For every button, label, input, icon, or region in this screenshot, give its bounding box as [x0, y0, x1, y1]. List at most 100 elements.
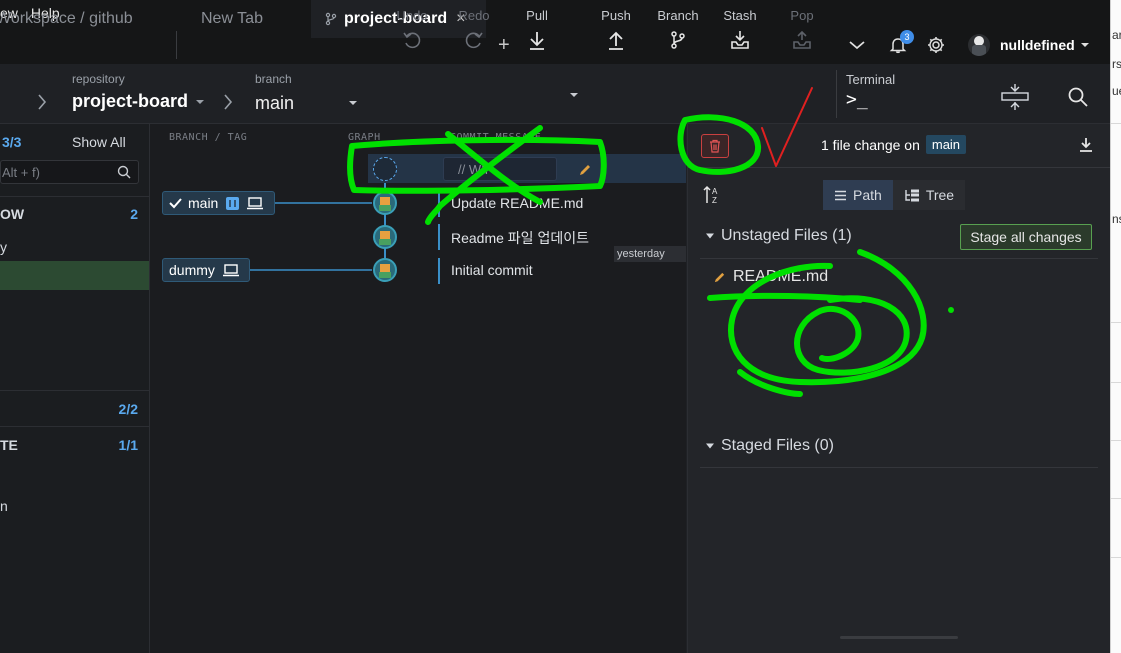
sidebar-section-label: OW: [0, 206, 25, 222]
tree-icon: [905, 189, 919, 201]
view-tree-button[interactable]: Tree: [892, 180, 966, 210]
branch-button[interactable]: Branch: [648, 8, 708, 51]
unstaged-file-item[interactable]: README.md: [713, 268, 828, 286]
sidebar-item[interactable]: n: [0, 498, 150, 514]
panel-resize-handle[interactable]: [840, 636, 958, 639]
undo-icon: [403, 32, 421, 49]
gear-icon: [928, 37, 944, 53]
branch-tag-label: main: [188, 195, 219, 211]
commit-node-avatar[interactable]: [373, 258, 397, 282]
pencil-icon: [714, 272, 725, 282]
tab-new[interactable]: New Tab: [201, 0, 311, 38]
file-change-summary: 1 file change on main: [821, 135, 967, 154]
sidebar-section-count: 1/1: [118, 437, 138, 453]
commit-node-avatar[interactable]: [373, 191, 397, 215]
trash-icon: [710, 139, 720, 153]
layout-toggle-icon[interactable]: [998, 82, 1032, 112]
caret-down-icon: [196, 99, 205, 104]
view-mode-toggle: Path Tree: [823, 180, 966, 210]
undo-button[interactable]: Undo: [382, 8, 442, 51]
branch-tag-main[interactable]: main: [162, 191, 275, 215]
push-label: Push: [601, 8, 631, 23]
repository-label: repository: [72, 72, 125, 86]
stage-all-button[interactable]: Stage all changes: [960, 224, 1092, 250]
sidebar-item-selected[interactable]: [0, 261, 149, 290]
laptop-icon: [222, 263, 239, 276]
sidebar-section-count: 2/2: [118, 401, 138, 417]
app-window: ew Help Workspace / github New Tab proje…: [0, 0, 1110, 653]
caret-down-icon: [1080, 43, 1089, 47]
background-text: ns: [1112, 212, 1121, 226]
notification-count-badge: 3: [900, 30, 914, 44]
staged-files-header[interactable]: Staged Files (0): [705, 437, 834, 455]
background-window-strip: ar rs ue ns: [1110, 0, 1121, 653]
arrow-up-icon: [609, 31, 623, 50]
chevron-right-icon: [224, 94, 233, 110]
redo-icon: [465, 32, 483, 49]
sidebar-filter-input[interactable]: Alt + f): [0, 160, 139, 184]
commit-graph-panel: BRANCH / TAG GRAPH COMMIT MESSAGE // WIP…: [150, 124, 686, 653]
sidebar-filter-placeholder: Alt + f): [2, 165, 40, 180]
repository-selector[interactable]: project-board: [72, 91, 205, 112]
check-icon: [169, 198, 182, 209]
terminal-button[interactable]: Terminal >_: [846, 72, 916, 110]
remote-repo-icon: [226, 196, 240, 210]
show-all-button[interactable]: Show All: [72, 134, 126, 150]
stage-all-label: Stage all changes: [970, 229, 1082, 245]
sidebar-item[interactable]: y: [0, 239, 150, 255]
pop-button[interactable]: Pop: [772, 8, 832, 51]
git-branch-icon: [671, 31, 685, 49]
terminal-icon: >_: [846, 89, 868, 110]
username-label: nulldefined: [1000, 37, 1075, 53]
commit-message: Initial commit: [451, 262, 533, 278]
commit-node-avatar[interactable]: [373, 225, 397, 249]
branch-tag-dummy[interactable]: dummy: [162, 258, 250, 282]
discard-all-button[interactable]: [701, 134, 729, 158]
changes-panel: 1 file change on main A Z Path Tree Unst…: [687, 124, 1110, 653]
settings-button[interactable]: [926, 26, 946, 64]
branch-icon: [325, 12, 337, 26]
view-path-label: Path: [853, 187, 882, 203]
undo-label: Undo: [396, 8, 428, 23]
svg-text:A: A: [712, 187, 718, 196]
tab-divider: [176, 31, 177, 59]
unstaged-file-name: README.md: [733, 268, 829, 285]
branch-tag-label: dummy: [169, 262, 215, 278]
tab-workspace[interactable]: Workspace / github: [0, 0, 172, 38]
view-path-button[interactable]: Path: [823, 180, 893, 210]
notifications-button[interactable]: 3: [888, 26, 914, 64]
redo-button[interactable]: Redo: [444, 8, 504, 51]
caret-down-icon: [349, 101, 357, 105]
sidebar-section-count: 2: [130, 206, 138, 222]
branch-selector[interactable]: main: [255, 91, 365, 115]
sidebar-section-local[interactable]: OW 2: [0, 206, 150, 222]
search-icon[interactable]: [1067, 86, 1089, 108]
date-tooltip: yesterday: [614, 246, 686, 262]
commit-message: Update README.md: [451, 195, 584, 211]
list-icon: [835, 190, 846, 200]
pull-options-caret-icon[interactable]: [569, 91, 579, 99]
commit-message: Readme 파일 업데이트: [451, 230, 589, 246]
branch-label: branch: [255, 72, 292, 86]
caret-down-icon: [706, 443, 714, 449]
unstaged-files-header[interactable]: Unstaged Files (1): [705, 227, 852, 245]
tab-new-label: New Tab: [201, 10, 263, 27]
repository-name: project-board: [72, 91, 189, 111]
push-button[interactable]: Push: [586, 8, 646, 51]
stash-label: Stash: [723, 8, 757, 23]
staged-files-label: Staged Files (0): [721, 437, 834, 454]
view-tree-label: Tree: [925, 187, 955, 203]
sidebar-section-remote-tags[interactable]: TE 1/1: [0, 437, 150, 453]
pull-label: Pull: [526, 8, 548, 23]
left-sidebar: 3/3 Show All Alt + f) OW 2 y 2/2 TE 1/1 …: [0, 124, 150, 653]
account-menu[interactable]: nulldefined: [968, 26, 1090, 64]
terminal-label: Terminal: [846, 72, 896, 87]
commit-row[interactable]: Update README.md: [438, 191, 686, 217]
branch-button-label: Branch: [657, 8, 699, 23]
sort-icon[interactable]: A Z: [703, 185, 721, 205]
stash-button[interactable]: Stash: [710, 8, 770, 51]
pull-button[interactable]: Pull: [507, 8, 567, 51]
download-icon[interactable]: [1079, 137, 1093, 153]
tab-list-dropdown[interactable]: [848, 26, 866, 64]
local-branch-count: 3/3: [2, 134, 22, 150]
